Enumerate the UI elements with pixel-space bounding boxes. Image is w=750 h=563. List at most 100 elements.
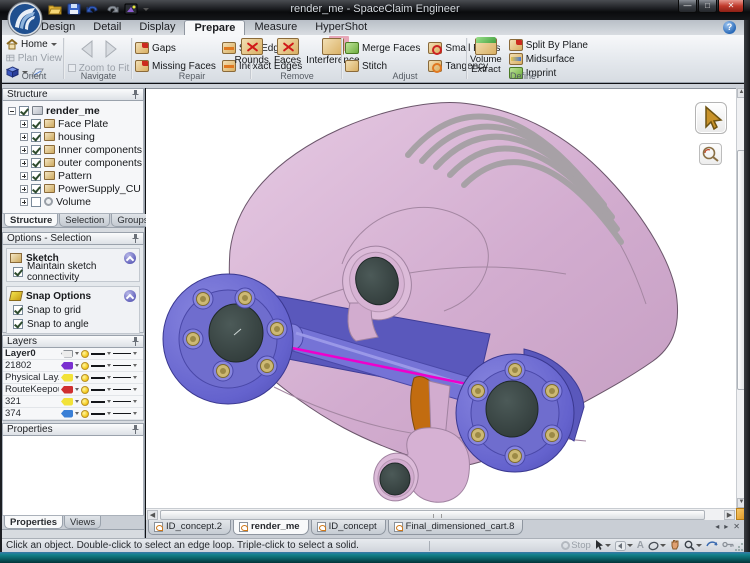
tab-detail[interactable]: Detail bbox=[84, 20, 130, 35]
layer-visible-bulb-icon[interactable] bbox=[81, 374, 89, 382]
checkbox[interactable] bbox=[13, 305, 23, 315]
maintain-sketch-connectivity-option[interactable]: Maintain sketch connectivity bbox=[10, 265, 136, 279]
spin-tool-button[interactable] bbox=[706, 539, 718, 552]
line-width-selector[interactable] bbox=[113, 413, 131, 414]
redo-icon[interactable] bbox=[105, 3, 119, 15]
collapse-section-icon[interactable] bbox=[124, 252, 136, 264]
checkbox[interactable] bbox=[13, 319, 23, 329]
scroll-tabs-right-icon[interactable]: ▸ bbox=[724, 522, 728, 531]
tab-prepare[interactable]: Prepare bbox=[184, 20, 245, 35]
line-width-selector[interactable] bbox=[113, 389, 131, 390]
line-width-selector[interactable] bbox=[113, 377, 131, 378]
doc-tab-final-dimensioned-cart[interactable]: Final_dimensioned_cart.8 bbox=[388, 520, 524, 535]
layer-visible-bulb-icon[interactable] bbox=[81, 350, 89, 358]
visibility-checkbox[interactable] bbox=[31, 132, 41, 142]
tab-scroll-controls[interactable]: ◂ ▸ ✕ bbox=[715, 522, 740, 531]
snap-section-header[interactable]: Snap Options bbox=[10, 289, 136, 303]
line-width-selector[interactable] bbox=[113, 401, 131, 402]
next-view-button[interactable] bbox=[101, 39, 121, 59]
close-button[interactable]: ✕ bbox=[718, 0, 744, 13]
layer-row[interactable]: Layer0 bbox=[3, 348, 143, 360]
line-style-selector[interactable] bbox=[91, 401, 105, 403]
expand-expander-icon[interactable] bbox=[20, 146, 28, 154]
fly-tool-button[interactable] bbox=[722, 540, 734, 552]
tab-measure[interactable]: Measure bbox=[245, 20, 306, 35]
line-width-selector[interactable] bbox=[113, 365, 131, 366]
right-wheel-flange[interactable] bbox=[456, 354, 574, 472]
tree-row[interactable]: housing bbox=[3, 130, 143, 143]
screen-capture-icon[interactable] bbox=[124, 3, 138, 15]
help-icon[interactable]: ? bbox=[723, 21, 736, 34]
expand-expander-icon[interactable] bbox=[20, 159, 28, 167]
checkbox[interactable] bbox=[13, 267, 23, 277]
3d-viewport[interactable] bbox=[146, 88, 736, 508]
snap-to-angle-option[interactable]: Snap to angle bbox=[10, 317, 136, 331]
line-style-selector[interactable] bbox=[91, 365, 105, 367]
sketch-tool-button[interactable] bbox=[648, 541, 666, 551]
undo-icon[interactable] bbox=[86, 3, 100, 15]
layer-row[interactable]: 21802 bbox=[3, 360, 143, 372]
layer-color-icon[interactable] bbox=[61, 398, 73, 406]
tab-views[interactable]: Views bbox=[64, 516, 101, 529]
select-tool-button[interactable] bbox=[695, 102, 727, 134]
tree-row[interactable]: Pattern bbox=[3, 169, 143, 182]
model-body[interactable] bbox=[229, 103, 677, 467]
layer-visible-bulb-icon[interactable] bbox=[81, 362, 89, 370]
doc-tab-id-concept-2[interactable]: ID_concept.2 bbox=[148, 520, 231, 535]
tab-display[interactable]: Display bbox=[130, 20, 184, 35]
tree-row[interactable]: PowerSupply_CU bbox=[3, 182, 143, 195]
tree-row[interactable]: Volume bbox=[3, 195, 143, 208]
layer-row[interactable]: 374 bbox=[3, 408, 143, 420]
spaceclaim-logo-icon[interactable] bbox=[7, 1, 43, 37]
tab-properties[interactable]: Properties bbox=[4, 516, 63, 529]
tab-structure[interactable]: Structure bbox=[4, 214, 58, 227]
line-width-selector[interactable] bbox=[113, 353, 131, 354]
layer-color-icon[interactable] bbox=[61, 386, 73, 394]
layer-row[interactable]: RouteKeepout bbox=[3, 384, 143, 396]
gaps-button[interactable]: Gaps bbox=[135, 41, 216, 55]
layer-color-icon[interactable] bbox=[61, 362, 73, 370]
annotation-tool[interactable]: A bbox=[637, 540, 644, 551]
snap-to-grid-option[interactable]: Snap to grid bbox=[10, 303, 136, 317]
previous-view-button[interactable] bbox=[77, 39, 97, 59]
plan-view-button[interactable]: Plan View bbox=[6, 51, 62, 65]
merge-faces-button[interactable]: Merge Faces bbox=[345, 41, 420, 55]
left-wheel-flange[interactable] bbox=[163, 274, 293, 404]
tree-row-root[interactable]: render_me bbox=[3, 104, 143, 117]
layer-visible-bulb-icon[interactable] bbox=[81, 410, 89, 418]
scroll-tabs-left-icon[interactable]: ◂ bbox=[715, 522, 719, 531]
layer-row[interactable]: 321 bbox=[3, 396, 143, 408]
pin-icon[interactable] bbox=[132, 337, 139, 346]
collapse-section-icon[interactable] bbox=[124, 290, 136, 302]
resize-grip[interactable] bbox=[734, 542, 743, 551]
horizontal-scroll-thumb[interactable] bbox=[160, 510, 705, 520]
rounds-button[interactable]: Rounds bbox=[234, 38, 268, 66]
layer-visible-bulb-icon[interactable] bbox=[81, 386, 89, 394]
doc-tab-render-me[interactable]: render_me bbox=[233, 520, 309, 535]
visibility-checkbox[interactable] bbox=[31, 197, 41, 207]
close-tab-icon[interactable]: ✕ bbox=[733, 522, 740, 531]
cad-model-render[interactable] bbox=[146, 89, 736, 509]
faces-button[interactable]: Faces bbox=[274, 38, 301, 66]
collapse-expander-icon[interactable] bbox=[8, 107, 16, 115]
doc-tab-id-concept[interactable]: ID_concept bbox=[311, 520, 386, 535]
layer-color-icon[interactable] bbox=[61, 374, 73, 382]
pan-tool-button[interactable] bbox=[670, 539, 680, 553]
save-icon[interactable] bbox=[67, 3, 81, 15]
previous-view-button-status[interactable] bbox=[615, 541, 633, 551]
stop-button[interactable]: Stop bbox=[561, 540, 591, 551]
split-by-plane-button[interactable]: Split By Plane bbox=[509, 38, 588, 52]
expand-expander-icon[interactable] bbox=[20, 133, 28, 141]
tab-selection[interactable]: Selection bbox=[59, 214, 110, 227]
select-mode-button[interactable] bbox=[595, 540, 611, 551]
open-icon[interactable] bbox=[48, 3, 62, 15]
visibility-checkbox[interactable] bbox=[31, 184, 41, 194]
line-style-selector[interactable] bbox=[91, 389, 105, 391]
midsurface-button[interactable]: Midsurface bbox=[509, 52, 588, 66]
line-style-selector[interactable] bbox=[91, 413, 105, 415]
zoom-region-button[interactable] bbox=[699, 143, 722, 165]
pin-icon[interactable] bbox=[132, 234, 139, 243]
tab-hypershot[interactable]: HyperShot bbox=[306, 20, 376, 35]
line-style-selector[interactable] bbox=[91, 353, 105, 355]
expand-expander-icon[interactable] bbox=[20, 198, 28, 206]
